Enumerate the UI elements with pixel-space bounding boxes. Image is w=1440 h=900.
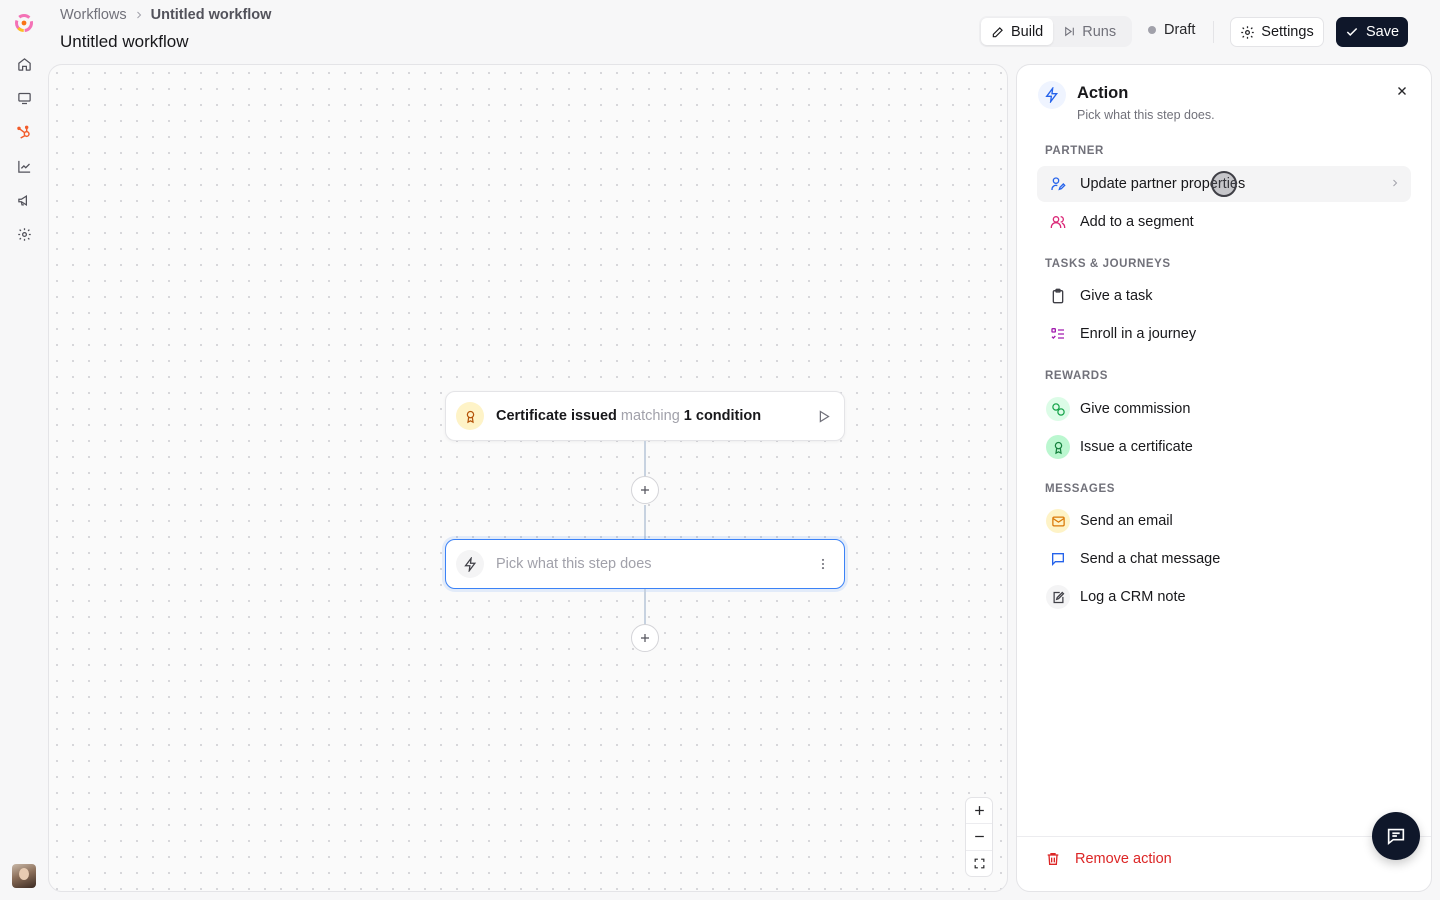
monitor-icon[interactable] <box>15 89 33 107</box>
status-badge: Draft <box>1148 22 1195 38</box>
play-icon[interactable] <box>812 405 834 427</box>
avatar[interactable] <box>12 864 36 888</box>
left-rail <box>0 0 48 900</box>
workflow-canvas[interactable]: Certificate issued matching 1 condition … <box>48 64 1008 892</box>
breadcrumb-workflows-link[interactable]: Workflows <box>60 7 127 23</box>
trigger-event: Certificate issued <box>496 408 617 424</box>
zoom-out-icon[interactable] <box>966 823 992 849</box>
panel-subtitle: Pick what this step does. <box>1077 108 1215 122</box>
action-option-update-partner-properties[interactable]: Update partner properties <box>1037 166 1411 202</box>
zoom-in-icon[interactable] <box>966 798 992 823</box>
divider <box>1213 21 1214 43</box>
settings-label: Settings <box>1261 24 1314 40</box>
action-option-label: Issue a certificate <box>1080 439 1193 455</box>
app-logo-icon[interactable] <box>12 11 36 35</box>
status-label: Draft <box>1164 22 1196 38</box>
note-edit-icon <box>1046 585 1070 609</box>
chart-icon[interactable] <box>15 157 33 175</box>
action-option-label: Give commission <box>1080 401 1191 417</box>
settings-button[interactable]: Settings <box>1230 17 1324 47</box>
gear-icon[interactable] <box>15 225 33 243</box>
page-title[interactable]: Untitled workflow <box>60 32 189 52</box>
action-option-label: Give a task <box>1080 288 1153 304</box>
connector-line <box>644 441 646 477</box>
home-icon[interactable] <box>15 55 33 73</box>
message-square-icon <box>1046 547 1070 571</box>
users-icon <box>1046 210 1070 234</box>
list-checks-icon <box>1046 322 1070 346</box>
action-node[interactable]: Pick what this step does <box>445 539 845 589</box>
status-dot <box>1148 26 1156 34</box>
tab-build-label: Build <box>1011 23 1044 40</box>
mail-icon <box>1046 509 1070 533</box>
breadcrumb-current: Untitled workflow <box>150 7 272 23</box>
mode-switcher: Build Runs <box>979 16 1132 47</box>
section-heading: PARTNER <box>1045 145 1104 157</box>
lightning-icon <box>1038 81 1066 109</box>
chat-support-button[interactable] <box>1372 812 1420 860</box>
tab-runs[interactable]: Runs <box>1053 18 1126 45</box>
trigger-node[interactable]: Certificate issued matching 1 condition <box>445 391 845 441</box>
trigger-condition-count[interactable]: 1 condition <box>684 408 761 424</box>
lightning-icon <box>456 550 484 578</box>
panel-title: Action <box>1077 84 1129 102</box>
action-option-give-commission[interactable]: Give commission <box>1037 391 1411 427</box>
check-icon <box>1345 25 1359 39</box>
gear-icon <box>1240 25 1255 40</box>
connector-line <box>644 589 646 625</box>
skip-forward-icon <box>1063 25 1076 38</box>
zoom-controls <box>965 797 993 877</box>
connector-line <box>644 505 646 539</box>
action-option-send-email[interactable]: Send an email <box>1037 503 1411 539</box>
action-option-log-crm-note[interactable]: Log a CRM note <box>1037 579 1411 615</box>
action-option-add-to-segment[interactable]: Add to a segment <box>1037 204 1411 240</box>
action-option-label: Send an email <box>1080 513 1173 529</box>
more-vertical-icon[interactable] <box>812 553 834 575</box>
action-option-enroll-journey[interactable]: Enroll in a journey <box>1037 316 1411 352</box>
panel-footer-divider <box>1017 836 1431 837</box>
remove-action-button[interactable]: Remove action <box>1045 851 1172 867</box>
clipboard-icon <box>1046 284 1070 308</box>
hubspot-icon[interactable] <box>15 123 33 141</box>
close-icon[interactable] <box>1392 81 1412 101</box>
award-icon <box>456 402 484 430</box>
action-option-label: Update partner properties <box>1080 176 1246 192</box>
trigger-connector: matching <box>620 408 680 424</box>
save-label: Save <box>1365 24 1400 40</box>
action-placeholder: Pick what this step does <box>496 556 652 572</box>
action-panel: Action Pick what this step does. PARTNER… <box>1016 64 1432 892</box>
tab-build[interactable]: Build <box>981 18 1054 45</box>
user-edit-icon <box>1046 172 1070 196</box>
remove-action-label: Remove action <box>1075 851 1172 867</box>
action-option-label: Send a chat message <box>1080 551 1221 567</box>
chat-icon <box>1385 825 1407 847</box>
breadcrumb: Workflows Untitled workflow <box>60 7 271 23</box>
action-option-label: Log a CRM note <box>1080 589 1186 605</box>
save-button[interactable]: Save <box>1336 17 1408 47</box>
trash-icon <box>1045 851 1061 867</box>
add-step-button[interactable] <box>631 624 659 652</box>
section-heading: REWARDS <box>1045 370 1108 382</box>
fit-view-icon[interactable] <box>966 849 992 876</box>
action-option-label: Add to a segment <box>1080 214 1194 230</box>
action-option-issue-certificate[interactable]: Issue a certificate <box>1037 429 1411 465</box>
megaphone-icon[interactable] <box>15 191 33 209</box>
chevron-right-icon <box>133 9 145 21</box>
section-heading: MESSAGES <box>1045 483 1115 495</box>
add-step-button[interactable] <box>631 476 659 504</box>
pencil-icon <box>991 25 1005 39</box>
chevron-right-icon <box>1389 177 1401 189</box>
award-icon <box>1046 435 1070 459</box>
tab-runs-label: Runs <box>1082 23 1117 40</box>
action-option-send-chat[interactable]: Send a chat message <box>1037 541 1411 577</box>
section-heading: TASKS & JOURNEYS <box>1045 258 1171 270</box>
action-option-label: Enroll in a journey <box>1080 326 1197 342</box>
action-option-give-task[interactable]: Give a task <box>1037 278 1411 314</box>
trigger-summary: Certificate issued matching 1 condition <box>496 408 812 424</box>
coins-icon <box>1046 397 1070 421</box>
